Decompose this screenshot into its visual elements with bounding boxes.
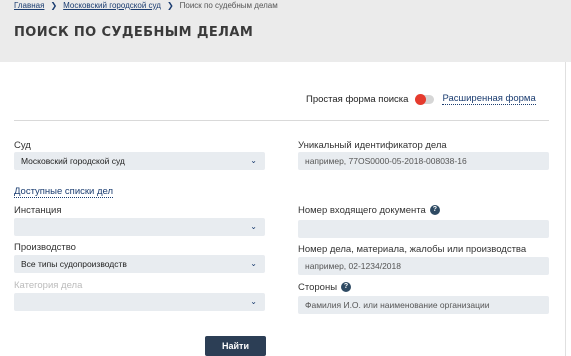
search-button[interactable]: Найти bbox=[205, 336, 266, 356]
case-number-label: Номер дела, материала, жалобы или произв… bbox=[298, 244, 527, 255]
instance-select[interactable]: ⌄ bbox=[14, 218, 265, 236]
chevron-down-icon: ⌄ bbox=[250, 222, 257, 231]
form-mode-toggle[interactable] bbox=[415, 93, 435, 105]
category-select[interactable]: ⌄ bbox=[14, 293, 265, 311]
simple-form-label[interactable]: Простая форма поиска bbox=[306, 94, 408, 105]
page-header: Главная ❯ Московский городской суд ❯ Пои… bbox=[0, 0, 571, 62]
breadcrumb-court-link[interactable]: Московский городской суд bbox=[63, 1, 161, 10]
help-icon[interactable]: ? bbox=[429, 205, 440, 216]
chevron-down-icon: ⌄ bbox=[250, 297, 257, 306]
panel-edge bbox=[565, 62, 566, 356]
court-label: Суд bbox=[14, 140, 31, 151]
uid-input[interactable]: например, 77OS0000-05-2018-008038-16 bbox=[298, 152, 549, 170]
court-select-value: Московский городской суд bbox=[21, 156, 125, 166]
breadcrumb-current: Поиск по судебным делам bbox=[179, 1, 278, 10]
help-icon[interactable]: ? bbox=[341, 282, 352, 293]
proceeding-label: Производство bbox=[14, 242, 76, 253]
toggle-knob bbox=[415, 93, 427, 105]
uid-label: Уникальный идентификатор дела bbox=[298, 140, 447, 151]
divider bbox=[14, 120, 549, 121]
chevron-down-icon: ⌄ bbox=[250, 156, 257, 165]
chevron-right-icon: ❯ bbox=[166, 1, 174, 10]
incoming-doc-input[interactable] bbox=[298, 220, 549, 238]
chevron-right-icon: ❯ bbox=[50, 1, 58, 10]
incoming-doc-label: Номер входящего документа? bbox=[298, 205, 440, 216]
available-lists-link[interactable]: Доступные списки дел bbox=[14, 186, 114, 198]
case-number-input[interactable]: например, 02-1234/2018 bbox=[298, 257, 549, 275]
page-title: ПОИСК ПО СУДЕБНЫМ ДЕЛАМ bbox=[14, 25, 254, 40]
advanced-form-link[interactable]: Расширенная форма bbox=[442, 93, 536, 105]
instance-label: Инстанция bbox=[14, 205, 62, 216]
incoming-doc-label-text: Номер входящего документа bbox=[298, 205, 426, 216]
parties-label-text: Стороны bbox=[298, 282, 338, 293]
parties-label: Стороны? bbox=[298, 282, 352, 293]
search-mode-switch: Простая форма поиска Расширенная форма bbox=[306, 93, 536, 105]
category-label: Категория дела bbox=[14, 280, 83, 291]
parties-input[interactable]: Фамилия И.О. или наименование организаци… bbox=[298, 296, 549, 314]
breadcrumb: Главная ❯ Московский городской суд ❯ Пои… bbox=[14, 1, 278, 10]
chevron-down-icon: ⌄ bbox=[250, 259, 257, 268]
court-select[interactable]: Московский городской суд ⌄ bbox=[14, 152, 265, 170]
breadcrumb-home-link[interactable]: Главная bbox=[14, 1, 44, 10]
proceeding-select[interactable]: Все типы судопроизводств ⌄ bbox=[14, 255, 265, 273]
proceeding-select-value: Все типы судопроизводств bbox=[21, 259, 127, 269]
